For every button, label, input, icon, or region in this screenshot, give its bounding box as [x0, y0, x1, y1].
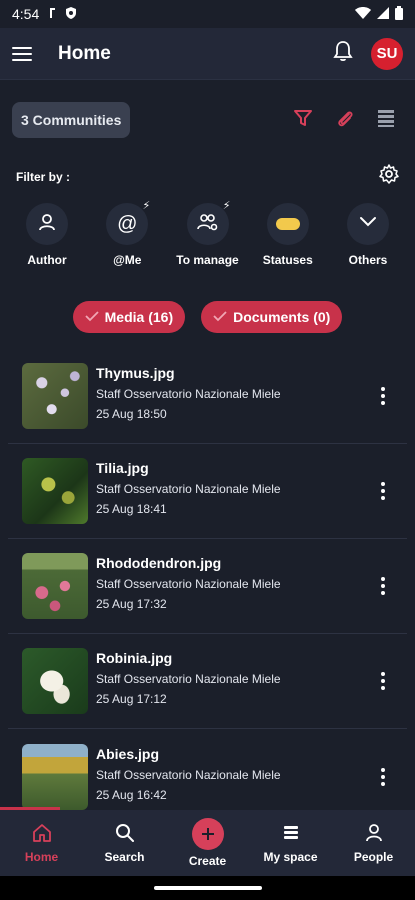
item-author: Staff Osservatorio Nazionale Miele: [96, 482, 281, 496]
item-date: 25 Aug 17:12: [96, 692, 167, 706]
nav-search[interactable]: Search: [83, 810, 166, 876]
more-options-icon[interactable]: [373, 482, 393, 500]
filter-me-label: @Me: [113, 253, 142, 267]
thumbnail-image: [22, 553, 88, 619]
nav-home[interactable]: Home: [0, 810, 83, 876]
filter-me[interactable]: @ ⚡ @Me: [88, 200, 166, 267]
shield-icon: [65, 6, 77, 23]
battery-icon: [395, 5, 403, 23]
nav-my-space[interactable]: My space: [249, 810, 332, 876]
bolt-icon: ⚡: [142, 200, 151, 212]
status-bar: 4:54: [0, 0, 415, 28]
wifi-icon: [355, 6, 371, 22]
nav-create[interactable]: Create: [166, 810, 249, 876]
signal-icon: [377, 6, 389, 22]
thumbnail-image: [22, 363, 88, 429]
item-author: Staff Osservatorio Nazionale Miele: [96, 577, 281, 591]
home-icon: [32, 823, 52, 846]
thumbnail-image: [22, 743, 88, 810]
stack-icon: [281, 823, 301, 846]
item-title: Rhododendron.jpg: [96, 555, 222, 571]
more-options-icon[interactable]: [373, 672, 393, 690]
at-icon: @: [117, 212, 138, 235]
filter-icon[interactable]: [293, 108, 313, 133]
item-title: Abies.jpg: [96, 745, 160, 762]
nav-home-label: Home: [24, 849, 59, 864]
settings-gear-icon[interactable]: [379, 164, 399, 189]
item-author: Staff Osservatorio Nazionale Miele: [96, 767, 281, 782]
more-options-icon[interactable]: [373, 767, 393, 786]
status-time: 4:54: [12, 6, 40, 22]
item-author: Staff Osservatorio Nazionale Miele: [96, 672, 281, 686]
attachment-icon[interactable]: [335, 108, 355, 133]
list-item[interactable]: Thymus.jpg Staff Osservatorio Nazionale …: [8, 349, 407, 444]
nav-people[interactable]: People: [332, 810, 415, 876]
filter-label: Filter by :: [16, 169, 71, 184]
filter-statuses-label: Statuses: [262, 253, 313, 267]
list-item[interactable]: Rhododendron.jpg Staff Osservatorio Nazi…: [8, 539, 407, 634]
chevron-down-icon: [359, 215, 377, 233]
app-bar: Home SU: [0, 28, 415, 80]
gesture-bar: [0, 876, 415, 900]
item-author: Staff Osservatorio Nazionale Miele: [96, 387, 281, 401]
tab-documents[interactable]: Documents (0): [201, 301, 343, 333]
notification-bell-icon[interactable]: [333, 40, 353, 67]
filter-others-label: Others: [348, 253, 388, 267]
nav-create-label: Create: [188, 854, 227, 868]
media-list: Thymus.jpg Staff Osservatorio Nazionale …: [0, 349, 415, 824]
page-title: Home: [58, 42, 111, 64]
filter-author-label: Author: [27, 253, 67, 267]
filter-statuses[interactable]: Statuses: [249, 203, 327, 267]
item-title: Tilia.jpg: [96, 460, 149, 476]
toolbar: 3 Communities: [0, 80, 415, 138]
item-title: Robinia.jpg: [96, 650, 173, 666]
filter-author[interactable]: Author: [8, 203, 86, 267]
check-icon: [85, 309, 99, 325]
menu-icon[interactable]: [12, 46, 40, 61]
nav-my-space-label: My space: [263, 849, 318, 864]
sync-icon: [47, 6, 57, 23]
tab-media-label: Media (16): [104, 309, 174, 325]
thumbnail-image: [22, 648, 88, 714]
filter-header: Filter by :: [0, 138, 415, 189]
search-icon: [115, 823, 135, 846]
bolt-icon: ⚡: [222, 200, 231, 212]
item-date: 25 Aug 16:42: [96, 787, 167, 802]
plus-icon: [191, 818, 224, 850]
status-pill-icon: [275, 218, 300, 230]
nav-search-label: Search: [104, 849, 145, 864]
item-date: 25 Aug 18:41: [96, 502, 167, 516]
filter-chips: Author @ ⚡ @Me ⚡ To manage Statuses Othe…: [0, 189, 415, 267]
bottom-navigation: Home Search Create My space People: [0, 810, 415, 876]
avatar[interactable]: SU: [371, 37, 403, 70]
filter-to-manage[interactable]: ⚡ To manage: [169, 200, 247, 267]
item-date: 25 Aug 18:50: [96, 407, 167, 421]
thumbnail-image: [22, 458, 88, 524]
item-title: Thymus.jpg: [96, 365, 175, 381]
item-date: 25 Aug 17:32: [96, 597, 167, 611]
filter-others[interactable]: Others: [329, 203, 407, 267]
more-options-icon[interactable]: [373, 387, 393, 405]
nav-people-label: People: [353, 849, 394, 864]
filter-to-manage-label: To manage: [176, 253, 239, 267]
content-type-tabs: Media (16) Documents (0): [0, 267, 415, 333]
person-icon: [37, 212, 57, 237]
people-gear-icon: [196, 212, 219, 237]
check-icon: [213, 309, 227, 325]
more-options-icon[interactable]: [373, 577, 393, 595]
person-icon: [364, 823, 384, 846]
list-view-icon[interactable]: [377, 108, 395, 133]
list-item[interactable]: Tilia.jpg Staff Osservatorio Nazionale M…: [8, 444, 407, 539]
tab-documents-label: Documents (0): [233, 309, 331, 325]
communities-button[interactable]: 3 Communities: [12, 102, 131, 138]
tab-media[interactable]: Media (16): [72, 301, 186, 333]
list-item[interactable]: Robinia.jpg Staff Osservatorio Nazionale…: [8, 634, 407, 729]
